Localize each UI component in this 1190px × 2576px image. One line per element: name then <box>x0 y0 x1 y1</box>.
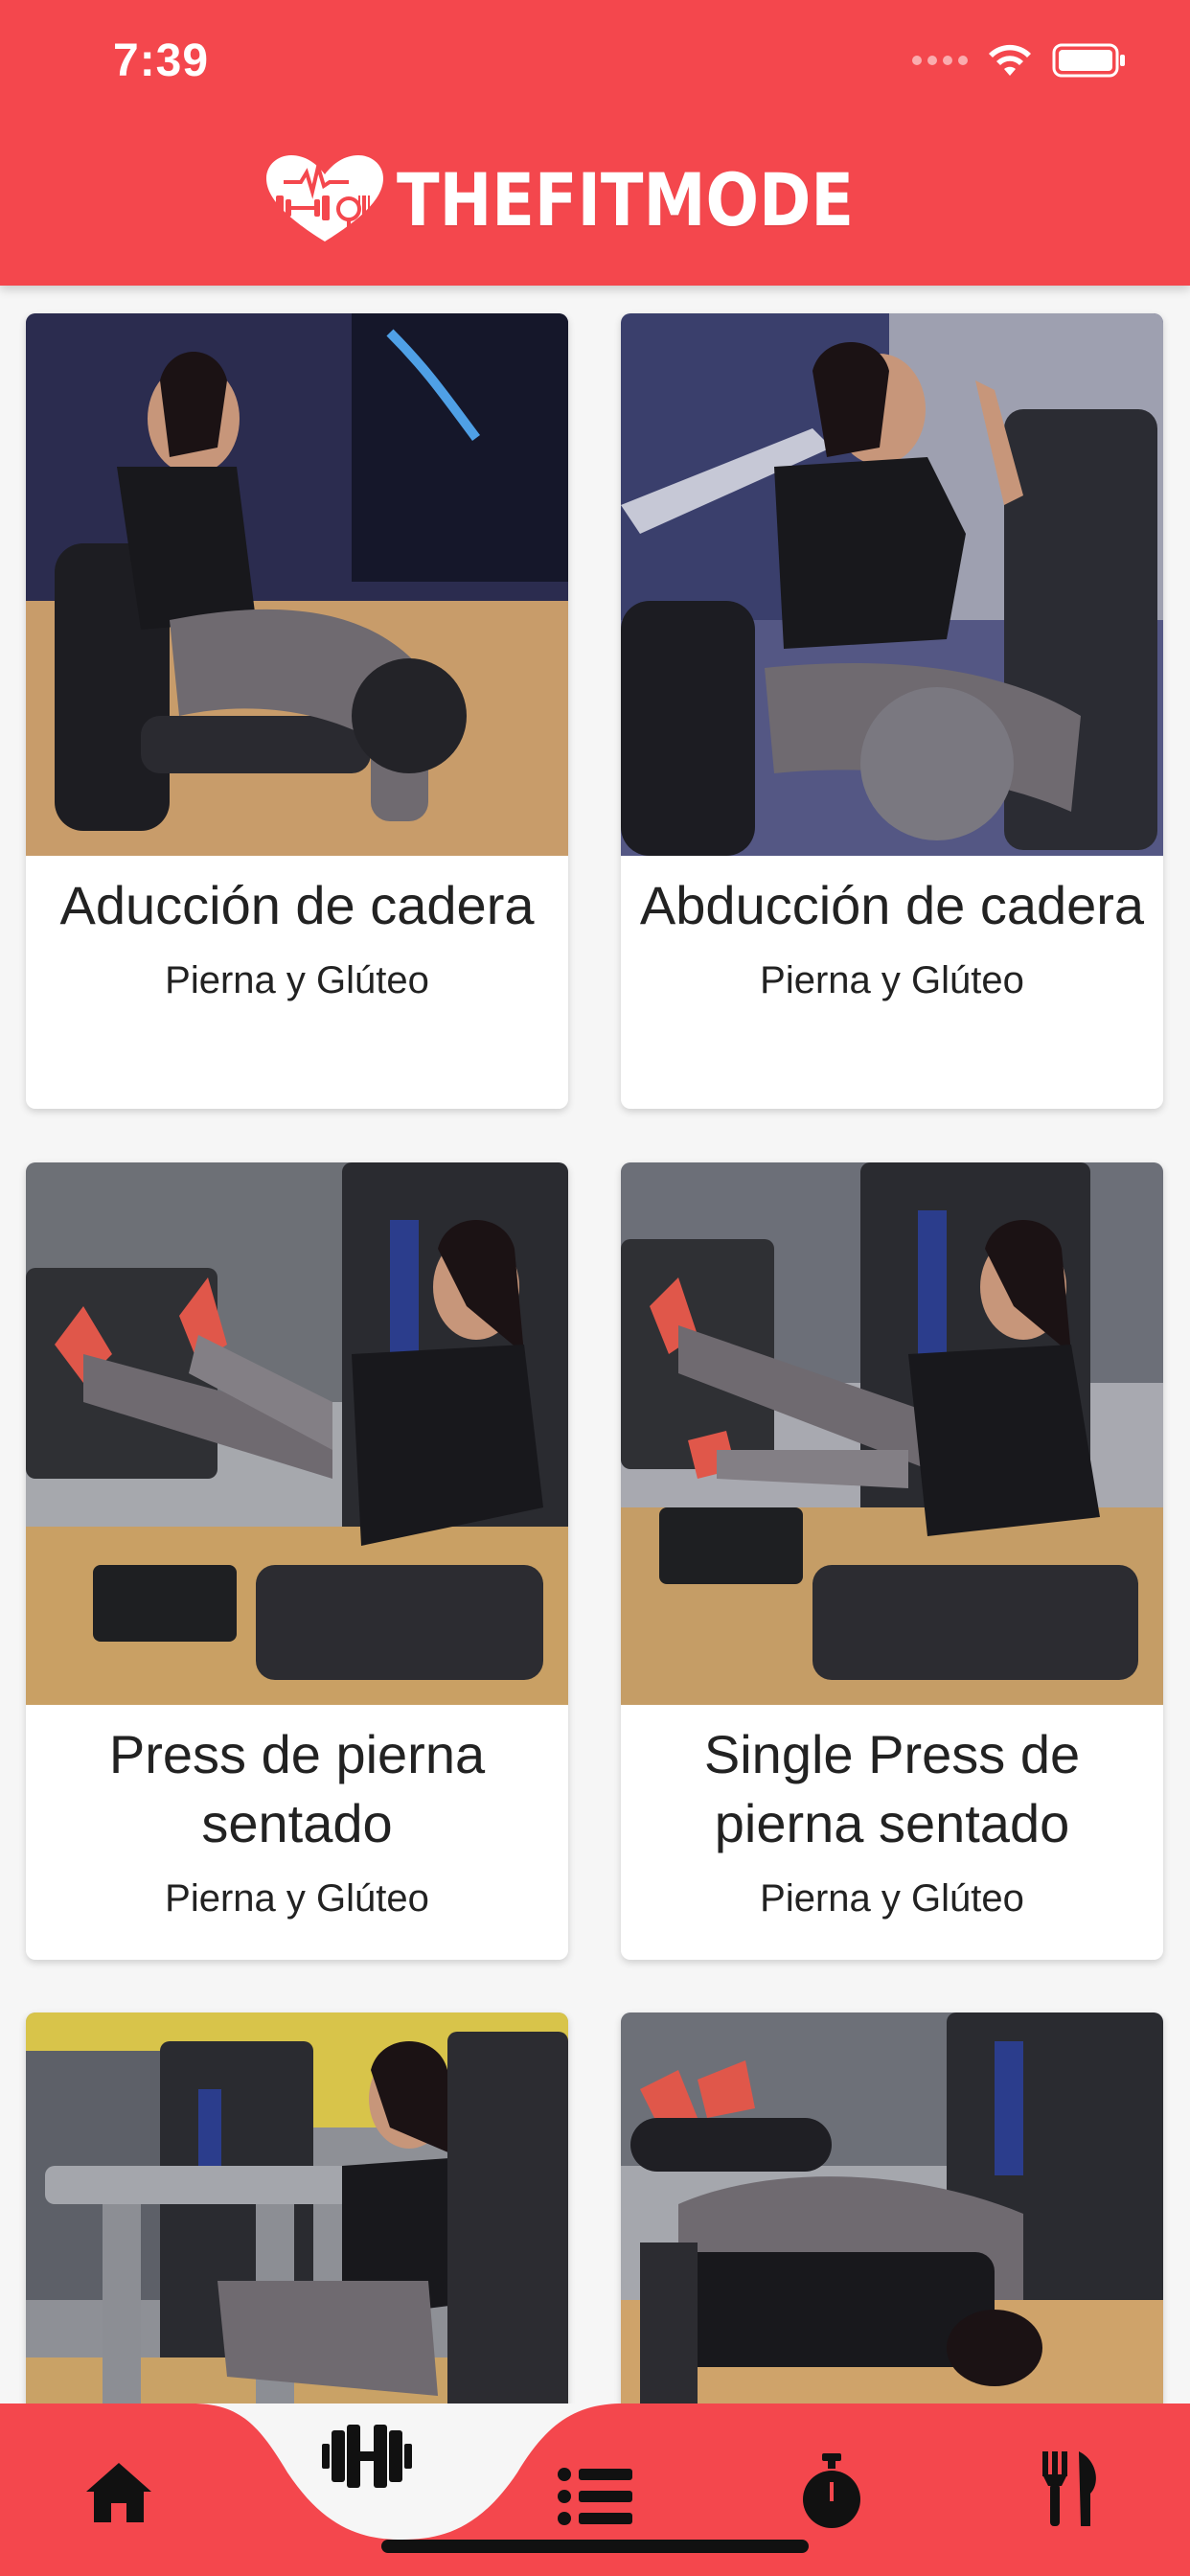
home-indicator <box>381 2540 809 2553</box>
exercise-category: Pierna y Glúteo <box>760 1877 1024 1920</box>
exercise-grid[interactable]: Aducción de cadera Pierna y Glúteo Abduc… <box>0 286 1190 2404</box>
exercise-photo <box>621 1162 1163 1705</box>
wifi-icon <box>989 44 1031 76</box>
fork-knife-icon[interactable] <box>1041 2451 1102 2526</box>
exercise-title-line2: sentado <box>201 1793 393 1853</box>
stopwatch-icon[interactable] <box>801 2453 862 2530</box>
exercise-photo <box>26 2012 568 2404</box>
exercise-category: Pierna y Glúteo <box>760 959 1024 1001</box>
exercise-title: Single Press de <box>703 1724 1081 1784</box>
exercise-card[interactable]: Abducción de cadera Pierna y Glúteo <box>621 313 1163 1109</box>
exercise-card[interactable]: Aducción de cadera Pierna y Glúteo <box>26 313 568 1109</box>
exercise-card[interactable]: Press de pierna sentado Pierna y Glúteo <box>26 1162 568 1960</box>
app-logo: THEFITMODE <box>0 153 1190 245</box>
exercise-title: Press de pierna <box>108 1724 486 1784</box>
status-time: 7:39 <box>113 35 210 86</box>
exercise-photo <box>26 1162 568 1705</box>
exercise-title-line2: pierna sentado <box>714 1793 1070 1853</box>
signal-icon <box>912 56 968 65</box>
exercise-card[interactable] <box>26 2012 568 2404</box>
exercise-category: Pierna y Glúteo <box>165 959 429 1001</box>
exercise-title: Abducción de cadera <box>639 875 1145 935</box>
battery-icon <box>1052 43 1125 78</box>
home-icon[interactable] <box>84 2461 153 2524</box>
status-icons <box>912 42 1127 79</box>
exercise-photo <box>26 313 568 856</box>
exercise-title: Aducción de cadera <box>59 875 535 935</box>
exercise-card[interactable] <box>621 2012 1163 2404</box>
dumbbell-icon[interactable] <box>322 2423 412 2490</box>
exercise-category: Pierna y Glúteo <box>165 1877 429 1920</box>
exercise-card[interactable]: Single Press de pierna sentado Pierna y … <box>621 1162 1163 1960</box>
logo-icon <box>265 155 383 242</box>
exercise-photo <box>621 2012 1163 2404</box>
exercise-photo <box>621 313 1163 856</box>
list-icon[interactable] <box>558 2467 632 2526</box>
app-header: 7:39 THEFITMODE <box>0 0 1190 286</box>
app-name: THEFITMODE <box>396 156 854 242</box>
